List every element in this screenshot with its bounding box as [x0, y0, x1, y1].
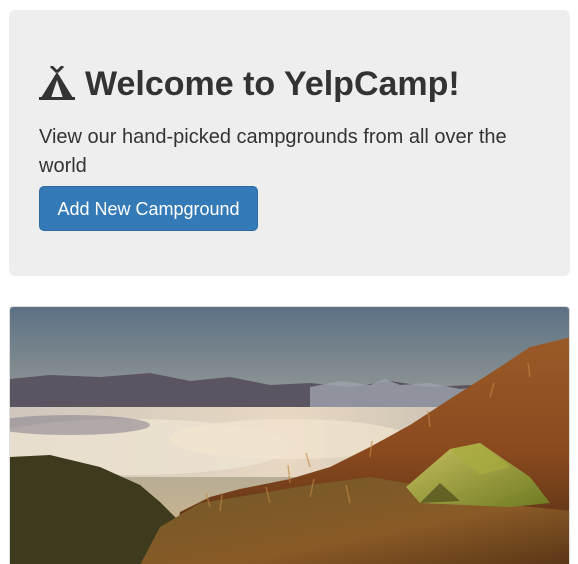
campground-card[interactable]: [9, 306, 570, 564]
page-title: Welcome to YelpCamp!: [85, 65, 460, 103]
page-subtitle: View our hand-picked campgrounds from al…: [39, 126, 507, 177]
page-header: Welcome to YelpCamp!: [39, 62, 460, 106]
add-new-campground-button[interactable]: Add New Campground: [39, 186, 258, 231]
campground-photo[interactable]: [10, 307, 570, 564]
jumbotron: Welcome to YelpCamp! View our hand-picke…: [9, 10, 570, 276]
tent-icon: [39, 64, 75, 102]
